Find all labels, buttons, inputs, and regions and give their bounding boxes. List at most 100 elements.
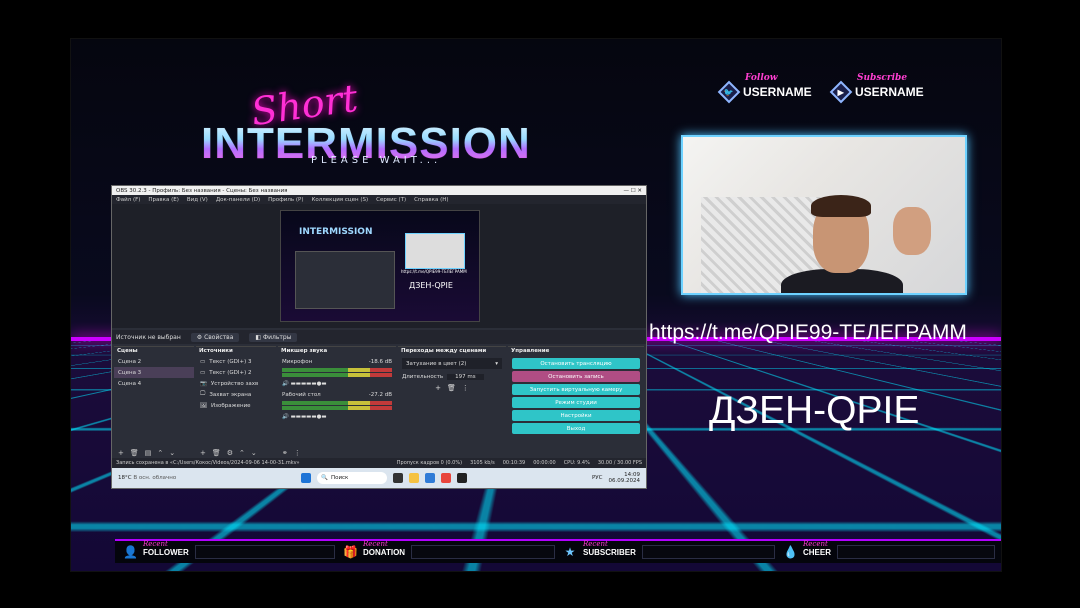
settings-button[interactable]: Настройки <box>512 410 640 421</box>
menu-tools[interactable]: Сервис (T) <box>376 197 406 203</box>
mixer-channel: Рабочий стол -27.2 dB <box>282 391 392 398</box>
chrome-icon[interactable] <box>441 473 452 483</box>
status-live-time: 00:10:39 <box>502 460 526 466</box>
duration-row: Длительность 197 ms <box>398 371 506 382</box>
mixer-toolbar: ⚭ ⋮ <box>278 448 396 458</box>
scene-item[interactable]: Сцена 4 <box>114 378 194 389</box>
volume-slider[interactable]: 🔊 ▬▬▬▬▬●▬ <box>278 378 396 389</box>
subscribe-username: USERNAME <box>855 85 924 99</box>
sources-dock: Источники ▭ Текст (GDI+) 3 ▭ Текст (GDI+… <box>196 346 276 458</box>
menu-docks[interactable]: Док-панели (D) <box>216 197 260 203</box>
person-icon: 👤 <box>123 545 138 559</box>
menu-edit[interactable]: Правка (E) <box>148 197 178 203</box>
follow-social: 🐦 Follow USERNAME <box>717 73 812 104</box>
down-icon[interactable]: ⌄ <box>251 449 257 457</box>
obs-titlebar[interactable]: OBS 30.2.3 - Профиль: Без названия - Сце… <box>112 186 646 195</box>
follow-label: Follow <box>745 73 778 83</box>
obs-docks: Сцены Сцена 2 Сцена 3 Сцена 4 + 🗑 ▤ ⌃ ⌄ Исто… <box>112 346 646 458</box>
window-controls[interactable]: — ☐ ✕ <box>623 188 642 194</box>
gift-icon: 🎁 <box>343 545 358 559</box>
droplet-icon: 💧 <box>783 545 798 559</box>
menu-file[interactable]: Файл (F) <box>116 197 140 203</box>
add-icon[interactable]: + <box>435 384 441 392</box>
stop-stream-button[interactable]: Остановить трансляцию <box>512 358 640 369</box>
duration-input[interactable]: 197 ms <box>447 373 484 380</box>
obs-taskbar-icon[interactable] <box>457 473 468 483</box>
status-bitrate: 3105 kb/s <box>470 460 495 466</box>
twitter-icon: 🐦 <box>717 80 741 104</box>
obs-statusbar: Запись сохранена в «C:/Users/Кокос/Video… <box>112 458 646 468</box>
up-icon[interactable]: ⌃ <box>239 449 245 457</box>
volume-slider[interactable]: 🔊 ▬▬▬▬▬●▬ <box>278 411 396 422</box>
add-icon[interactable]: + <box>200 449 206 457</box>
edge-icon[interactable] <box>425 473 436 483</box>
alert-donation: 🎁 Recent DONATION <box>343 540 555 559</box>
follow-username: USERNAME <box>743 85 812 99</box>
alert-follower: 👤 Recent FOLLOWER <box>123 540 335 559</box>
link-icon[interactable]: ⚭ <box>282 449 288 457</box>
menu-help[interactable]: Справка (H) <box>414 197 448 203</box>
add-icon[interactable]: + <box>118 449 124 457</box>
studio-mode-button[interactable]: Режим студии <box>512 397 640 408</box>
source-item[interactable]: ▭ Текст (GDI+) 2 <box>196 367 276 378</box>
language-indicator[interactable]: РУС <box>592 475 603 481</box>
preview-canvas: INTERMISSION https://t.me/QPIE99-ТЕЛЕГРА… <box>280 210 480 322</box>
trash-icon[interactable]: 🗑 <box>130 449 139 457</box>
windows-start-icon[interactable] <box>301 473 312 483</box>
mixer-channel: Микрофон -18.6 dB <box>282 358 392 365</box>
alert-subscriber: ★ Recent SUBSCRIBER <box>563 540 775 559</box>
mixer-dock: Микшер звука Микрофон -18.6 dB 🔊 ▬▬▬▬▬●▬ … <box>278 346 396 458</box>
transition-toolbar: + 🗑 ⋮ <box>398 382 506 393</box>
trash-icon[interactable]: 🗑 <box>447 384 456 392</box>
more-icon[interactable]: ⋮ <box>462 384 469 392</box>
transition-select[interactable]: Затухание в цвет (2) ▾ <box>402 358 502 369</box>
webcam-feed <box>681 135 967 295</box>
preview-dzen: ДЗЕН-QPIE <box>409 281 453 290</box>
filters-button[interactable]: ◧ Фильтры <box>249 332 298 342</box>
status-fps: 30.00 / 30.00 FPS <box>597 460 642 466</box>
more-icon[interactable]: ⋮ <box>294 449 301 457</box>
youtube-icon: ▶ <box>829 80 853 104</box>
gear-icon[interactable]: ⚙ <box>227 449 233 457</box>
properties-button[interactable]: ⚙ Свойства <box>190 332 240 342</box>
mixer-header: Микшер звука <box>281 348 328 354</box>
volume-meter <box>282 368 392 372</box>
virtual-camera-button[interactable]: Запустить виртуальную камеру <box>512 384 640 395</box>
weather-widget[interactable]: 18°C В осн. облачно <box>118 475 176 481</box>
preview-title: INTERMISSION <box>299 227 373 237</box>
status-recording-path: Запись сохранена в «C:/Users/Кокос/Video… <box>116 460 300 466</box>
source-toolbar: Источник не выбран ⚙ Свойства ◧ Фильтры <box>112 330 646 344</box>
explorer-icon[interactable] <box>409 473 420 483</box>
source-item[interactable]: 🖵 Захват экрана <box>196 389 276 400</box>
stop-recording-button[interactable]: Остановить запись <box>512 371 640 382</box>
taskview-icon[interactable] <box>393 473 404 483</box>
menu-view[interactable]: Вид (V) <box>187 197 208 203</box>
subscribe-label: Subscribe <box>857 73 908 83</box>
obs-preview[interactable]: INTERMISSION https://t.me/QPIE99-ТЕЛЕГРА… <box>112 204 646 328</box>
exit-button[interactable]: Выход <box>512 423 640 434</box>
controls-dock: Управление Остановить трансляцию Останов… <box>508 346 644 458</box>
scenes-dock: Сцены Сцена 2 Сцена 3 Сцена 4 + 🗑 ▤ ⌃ ⌄ <box>114 346 194 458</box>
volume-meter <box>282 401 392 405</box>
transitions-dock: Переходы между сценами Затухание в цвет … <box>398 346 506 458</box>
volume-meter <box>282 373 392 377</box>
status-cpu: CPU: 9.4% <box>563 460 590 466</box>
scene-item[interactable]: Сцена 3 <box>114 367 194 378</box>
down-icon[interactable]: ⌄ <box>169 449 175 457</box>
source-item[interactable]: 📷 Устройство захв <box>196 378 276 389</box>
subscribe-social: ▶ Subscribe USERNAME <box>829 73 924 104</box>
taskbar-clock[interactable]: 14:09 06.09.2024 <box>609 472 641 484</box>
filter-icon[interactable]: ▤ <box>145 449 152 457</box>
source-item[interactable]: 🖼 Изображение <box>196 400 276 411</box>
trash-icon[interactable]: 🗑 <box>212 449 221 457</box>
preview-url: https://t.me/QPIE99-ТЕЛЕГРАММ <box>401 269 467 274</box>
menu-profile[interactable]: Профиль (P) <box>268 197 303 203</box>
dzen-text: ДЗЕН-QPIE <box>709 389 920 432</box>
scene-item[interactable]: Сцена 2 <box>114 356 194 367</box>
volume-meter <box>282 406 392 410</box>
menu-scene-collection[interactable]: Коллекция сцен (S) <box>311 197 368 203</box>
source-item[interactable]: ▭ Текст (GDI+) 3 <box>196 356 276 367</box>
up-icon[interactable]: ⌃ <box>157 449 163 457</box>
telegram-url-text: https://t.me/QPIE99-ТЕЛЕГРАММ <box>649 321 967 344</box>
taskbar-search[interactable]: 🔍 Поиск <box>317 472 388 484</box>
